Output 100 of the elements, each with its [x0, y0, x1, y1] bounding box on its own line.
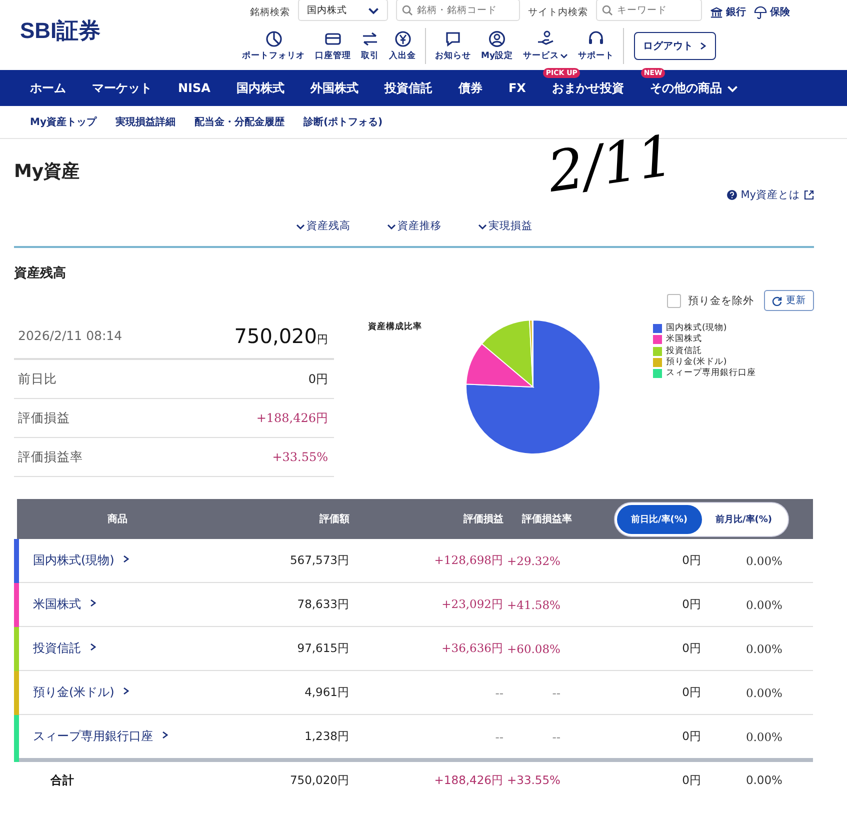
- table-cell: 0円: [590, 714, 702, 760]
- table-cell: +41.58%: [504, 582, 590, 626]
- table-cell: 0.00%: [702, 626, 812, 670]
- column-header: 評価額: [218, 499, 358, 539]
- nav-item[interactable]: ホーム: [17, 80, 79, 96]
- logout-button[interactable]: ログアウト: [634, 32, 716, 60]
- pie-chart-icon: [264, 30, 282, 48]
- chevron-right-icon: [88, 599, 98, 608]
- nav-item[interactable]: FX: [495, 81, 539, 95]
- table-cell: +36,636円: [358, 626, 504, 670]
- nav-item[interactable]: 債券: [445, 80, 496, 96]
- checkbox-label: 預り金を除外: [688, 294, 754, 308]
- subnav-link[interactable]: 配当金・分配金履歴: [194, 115, 284, 129]
- header-link[interactable]: 銀行: [710, 5, 746, 19]
- user-icon: [488, 30, 506, 48]
- table-cell: 78,633円: [218, 582, 358, 626]
- table-cell: 0.00%: [702, 539, 812, 582]
- product-link-cell[interactable]: スィープ専用銀行口座: [16, 714, 218, 760]
- subnav-link[interactable]: 実現損益詳細: [115, 115, 176, 129]
- toggle-option[interactable]: 前月比/率(%): [702, 504, 786, 534]
- row-value: +33.55%: [272, 450, 328, 464]
- swap-arrows-icon: [361, 30, 379, 48]
- refresh-icon: [772, 296, 782, 306]
- table-cell: +128,698円: [358, 539, 504, 582]
- nav-item[interactable]: 国内株式: [223, 80, 298, 96]
- subnav-link[interactable]: My資産トップ: [30, 115, 96, 129]
- toolbar-button[interactable]: 口座管理: [310, 30, 356, 62]
- table-cell: --: [358, 714, 504, 760]
- toolbar-button[interactable]: 取引: [356, 30, 384, 62]
- column-header: 評価損益: [358, 499, 504, 539]
- table-cell: 750,020円: [218, 760, 358, 798]
- row-label: 評価損益率: [18, 448, 83, 466]
- table-cell: 合計: [16, 760, 218, 798]
- nav-item[interactable]: マーケット: [79, 80, 165, 96]
- nav-item[interactable]: NISA: [165, 81, 224, 95]
- section-link[interactable]: 資産推移: [398, 219, 442, 233]
- nav-item[interactable]: その他の商品: [650, 80, 738, 96]
- yen-coin-icon: [394, 30, 412, 48]
- card-icon: [324, 30, 342, 48]
- bank-icon: [710, 6, 723, 18]
- section-link[interactable]: 資産残高: [306, 219, 350, 233]
- toolbar-button[interactable]: 入出金: [384, 30, 421, 62]
- search-icon: [402, 5, 413, 16]
- product-link-cell[interactable]: 投資信託: [16, 626, 218, 670]
- help-link[interactable]: My資産とは: [740, 188, 800, 202]
- chevron-down-icon: [478, 222, 486, 230]
- legend-label: 預り金(米ドル): [666, 356, 727, 368]
- toolbar-button[interactable]: サービス: [518, 30, 573, 62]
- legend-label: スィープ専用銀行口座: [666, 368, 756, 380]
- search-label: サイト内検索: [528, 6, 588, 18]
- product-link-cell[interactable]: 預り金(米ドル): [16, 670, 218, 714]
- section-link[interactable]: 実現損益: [488, 219, 532, 233]
- column-header: 商品: [16, 499, 218, 539]
- toolbar-button[interactable]: My設定: [476, 30, 518, 62]
- header-link[interactable]: 保険: [754, 5, 790, 19]
- table-cell: 0.00%: [702, 760, 812, 798]
- chevron-right-icon: [122, 687, 132, 696]
- row-value: 0円: [308, 370, 328, 388]
- timestamp: 2026/2/11 08:14: [18, 328, 122, 343]
- search-field[interactable]: 銘柄・銘柄コード: [396, 0, 520, 21]
- table-cell: 0円: [590, 539, 702, 582]
- nav-item[interactable]: 外国株式: [297, 80, 372, 96]
- chevron-down-icon: [560, 52, 568, 60]
- legend-label: 国内株式(現物): [666, 323, 727, 334]
- help-icon: [726, 190, 737, 200]
- chevron-right-icon: [160, 731, 170, 740]
- chevron-right-icon: [122, 555, 132, 564]
- nav-item[interactable]: 投資信託: [371, 80, 446, 96]
- toolbar-button[interactable]: サポート: [573, 30, 619, 62]
- table-cell: +23,092円: [358, 582, 504, 626]
- table-cell: 0.00%: [702, 582, 812, 626]
- product-link-cell[interactable]: 国内株式(現物): [16, 539, 218, 582]
- table-cell: 4,961円: [218, 670, 358, 714]
- speech-bubble-icon: [444, 30, 462, 48]
- search-label: 銘柄検索: [250, 6, 290, 18]
- table-cell: 97,615円: [218, 626, 358, 670]
- row-label: 評価損益: [18, 410, 70, 426]
- table-cell: 0円: [590, 626, 702, 670]
- search-icon: [602, 5, 613, 16]
- table-cell: 0円: [590, 582, 702, 626]
- refresh-button[interactable]: 更新: [764, 290, 814, 311]
- nav-item[interactable]: おまかせ投資: [552, 80, 624, 96]
- table-cell: 0円: [590, 670, 702, 714]
- subnav-link[interactable]: 診断(ポトフォる): [303, 115, 383, 129]
- table-cell: 567,573円: [218, 539, 358, 582]
- chevron-right-icon: [88, 643, 98, 652]
- checkbox[interactable]: [667, 294, 681, 308]
- toolbar-button[interactable]: お知らせ: [430, 30, 476, 62]
- toggle-option[interactable]: 前日比/率(%): [616, 504, 702, 534]
- chevron-down-icon: [296, 222, 304, 230]
- table-cell: 0円: [590, 760, 702, 798]
- market-dropdown[interactable]: 国内株式: [298, 0, 388, 21]
- product-link-cell[interactable]: 米国株式: [16, 582, 218, 626]
- table-cell: +188,426円: [358, 760, 504, 798]
- table-cell: --: [504, 714, 590, 760]
- chevron-right-icon: [699, 42, 707, 50]
- chart-title: 資産構成比率: [368, 321, 423, 334]
- search-field[interactable]: キーワード: [596, 0, 702, 21]
- legend-label: 米国株式: [666, 334, 702, 346]
- table-cell: 0.00%: [702, 714, 812, 760]
